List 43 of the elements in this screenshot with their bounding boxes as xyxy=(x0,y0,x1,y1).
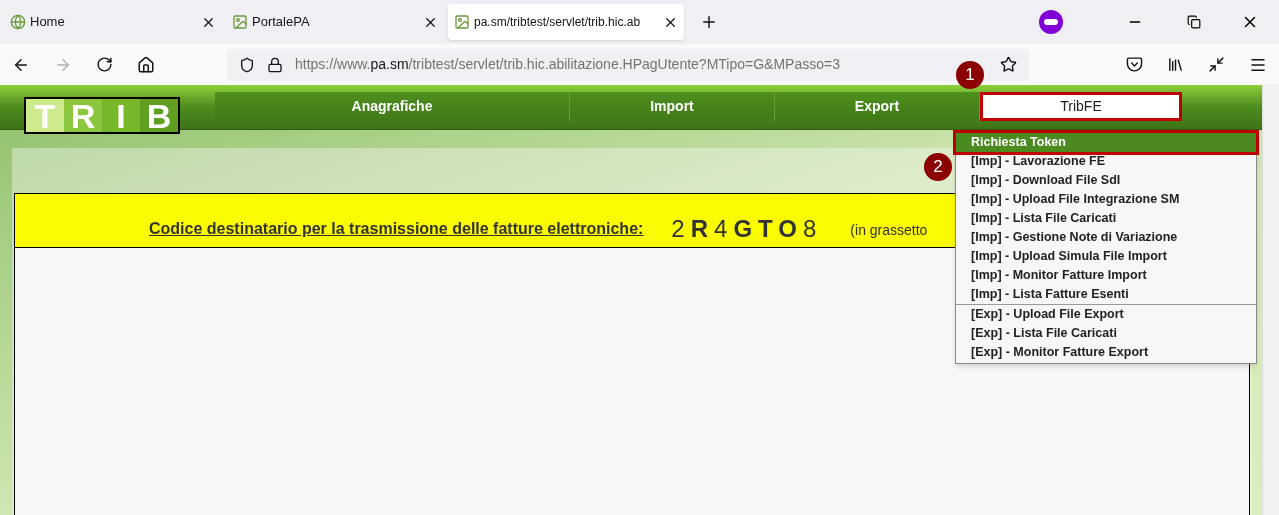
shield-icon xyxy=(239,56,255,73)
dropdown-item[interactable]: [Imp] - Lavorazione FE xyxy=(956,152,1256,171)
browser-tab[interactable]: PortalePA xyxy=(226,4,444,40)
tab-title: pa.sm/tribtest/servlet/trib.hic.ab xyxy=(474,14,641,31)
logo-letter: T xyxy=(26,99,64,132)
dropdown-item[interactable]: [Imp] - Monitor Fatture Import xyxy=(956,266,1256,285)
dropdown-item[interactable]: [Imp] - Upload Simula File Import xyxy=(956,247,1256,266)
dropdown-item[interactable]: [Exp] - Monitor Fatture Export xyxy=(956,343,1256,362)
bookmark-star-icon[interactable] xyxy=(1000,56,1017,73)
collapse-arrows-icon[interactable] xyxy=(1208,56,1225,73)
new-tab-icon[interactable] xyxy=(700,13,718,31)
dropdown-item[interactable]: [Exp] - Lista File Caricati xyxy=(956,324,1256,343)
nav-tab[interactable]: Anagrafiche xyxy=(215,92,570,121)
banner-label: Codice destinatario per la trasmissione delle fatture elettroniche: xyxy=(149,219,644,239)
nav-tab[interactable]: Export xyxy=(775,92,980,121)
pocket-icon[interactable] xyxy=(1126,56,1143,73)
tab-favicon-icon xyxy=(10,14,26,30)
logo-letter: I xyxy=(102,99,140,132)
restore-icon[interactable] xyxy=(1187,15,1201,29)
logo-letter: R xyxy=(64,99,102,132)
dropdown-item[interactable]: [Imp] - Gestione Note di Variazione xyxy=(956,228,1256,247)
library-icon[interactable] xyxy=(1167,56,1184,73)
logo-letter: B xyxy=(140,99,178,132)
recipient-code: 2 R 4 G T O 8 xyxy=(671,217,823,241)
home-icon[interactable] xyxy=(137,55,155,74)
reload-icon[interactable] xyxy=(96,56,113,73)
browser-tab[interactable]: pa.sm/tribtest/servlet/trib.hic.ab xyxy=(448,4,684,40)
tab-favicon-icon xyxy=(454,14,470,30)
lock-icon xyxy=(267,56,283,73)
tab-favicon-icon xyxy=(232,14,248,30)
banner-note: (in grassetto xyxy=(850,221,928,240)
browser-tab[interactable]: Home xyxy=(4,4,222,40)
tab-title: Home xyxy=(30,13,65,32)
url-text: https://www.pa.sm/tribtest/servlet/trib.hic.abilitazione.HPagUtente?MTipo=G&MPasso=3 xyxy=(295,55,840,74)
dropdown-item[interactable]: [Exp] - Upload File Export xyxy=(956,305,1256,324)
tab-title: PortalePA xyxy=(252,13,310,32)
dropdown-item[interactable]: Richiesta Token xyxy=(956,133,1256,152)
nav-tab[interactable]: Import xyxy=(570,92,775,121)
dropdown-item[interactable]: [Imp] - Upload File Integrazione SM xyxy=(956,190,1256,209)
dropdown-item[interactable]: [Imp] - Lista Fatture Esenti xyxy=(956,285,1256,304)
dropdown-item[interactable]: [Imp] - Download File SdI xyxy=(956,171,1256,190)
nav-tab[interactable]: TribFE xyxy=(980,92,1182,121)
dropdown-item[interactable]: [Imp] - Lista File Caricati xyxy=(956,209,1256,228)
